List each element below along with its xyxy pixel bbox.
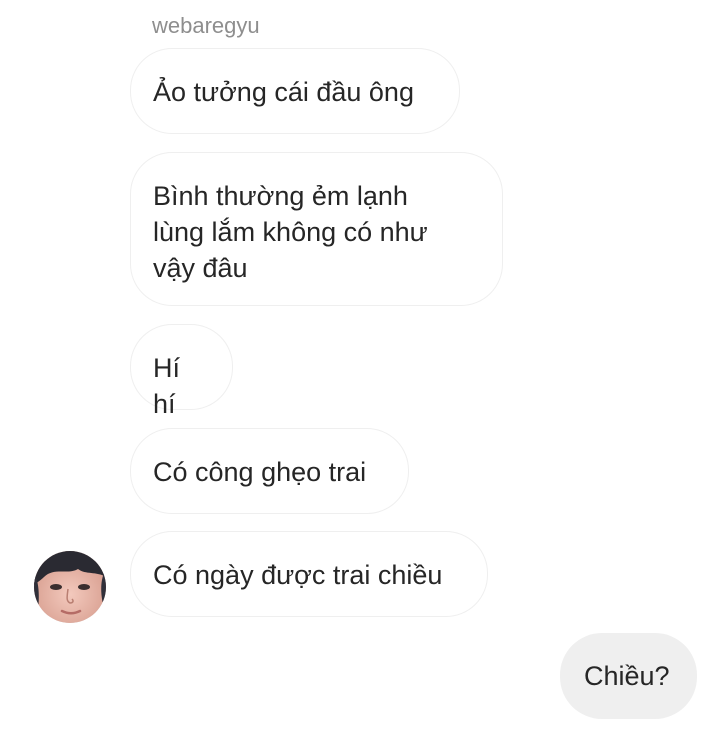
message-text: Hí hí	[153, 353, 180, 419]
incoming-message-bubble[interactable]: Ảo tưởng cái đầu ông	[130, 48, 460, 134]
message-text: Có công ghẹo trai	[153, 457, 367, 487]
message-text: Bình thường ẻm lạnh lùng lắm không có nh…	[153, 181, 428, 283]
message-text: Ảo tưởng cái đầu ông	[153, 77, 414, 107]
incoming-message-bubble[interactable]: Có ngày được trai chiều	[130, 531, 488, 617]
incoming-message-bubble[interactable]: Bình thường ẻm lạnh lùng lắm không có nh…	[130, 152, 503, 306]
incoming-message-bubble[interactable]: Hí hí	[130, 324, 233, 419]
incoming-message-bubble[interactable]: Có công ghẹo trai	[130, 428, 409, 514]
sender-username[interactable]: webaregyu	[152, 12, 260, 40]
sender-avatar[interactable]	[34, 551, 106, 623]
outgoing-message-bubble[interactable]: Chiều?	[560, 633, 697, 719]
user-avatar-photo-icon	[34, 551, 106, 623]
message-text: Chiều?	[584, 661, 670, 691]
message-text: Có ngày được trai chiều	[153, 560, 443, 590]
